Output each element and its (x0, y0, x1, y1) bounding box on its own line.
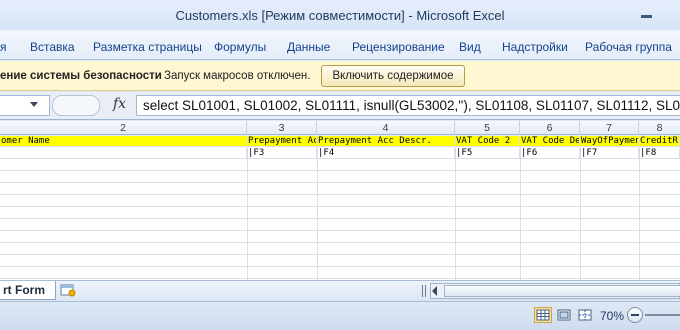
page-layout-icon (557, 309, 571, 321)
cell[interactable]: |F5 (455, 148, 520, 159)
tab-page-layout[interactable]: Разметка страницы (93, 40, 202, 54)
cell[interactable]: Prepayment Acc Descr. (317, 136, 455, 147)
security-warning-bar: ение системы безопасности Запуск макросо… (0, 61, 680, 91)
column-header[interactable]: 7 (580, 121, 639, 135)
page-layout-view-button[interactable] (555, 307, 573, 323)
title-bar: Customers.xls [Режим совместимости] - Mi… (0, 0, 680, 30)
cell[interactable]: |F8 (639, 148, 680, 159)
ribbon-tabs: я Вставка Разметка страницы Формулы Данн… (0, 30, 680, 60)
tab-view[interactable]: Вид (459, 40, 481, 54)
formula-bar: fx select SL01001, SL01002, SL01111, isn… (0, 92, 680, 120)
page-break-view-button[interactable] (576, 307, 594, 323)
macros-disabled-message: Запуск макросов отключен. (164, 70, 311, 82)
tab-workgroup[interactable]: Рабочая группа (585, 40, 672, 54)
table-row (0, 244, 680, 255)
tab-insert-partial[interactable]: я (0, 40, 7, 54)
zoom-slider[interactable] (645, 314, 680, 316)
formula-input[interactable]: select SL01001, SL01002, SL01111, isnull… (136, 95, 680, 116)
formula-bar-buttons (52, 95, 100, 116)
normal-view-button[interactable] (534, 307, 552, 323)
normal-view-icon (536, 309, 550, 321)
tab-split-handle[interactable] (422, 285, 426, 297)
sheet-tab-active[interactable]: rt Form (0, 281, 56, 300)
tab-data[interactable]: Данные (287, 40, 330, 54)
column-header[interactable]: 5 (455, 121, 520, 135)
cell[interactable]: |F7 (580, 148, 639, 159)
window-title: Customers.xls [Режим совместимости] - Mi… (175, 8, 505, 23)
cell[interactable]: |F6 (520, 148, 580, 159)
scroll-left-icon[interactable] (432, 286, 437, 296)
status-bar: 70% (0, 301, 680, 330)
column-header[interactable]: 8 (639, 121, 680, 135)
cell[interactable]: WayOfPayment (580, 136, 639, 147)
cell[interactable] (0, 148, 247, 159)
name-box-dropdown-icon[interactable] (30, 102, 38, 107)
table-row (0, 232, 680, 243)
table-row (0, 196, 680, 207)
page-break-icon (578, 309, 592, 321)
cell[interactable]: |F3 (247, 148, 317, 159)
column-header[interactable]: 4 (317, 121, 455, 135)
column-header[interactable]: 2 (0, 121, 247, 135)
table-row (0, 220, 680, 231)
tab-formulas[interactable]: Формулы (214, 40, 266, 54)
cell[interactable]: VAT Code 2 (455, 136, 520, 147)
cell[interactable]: Prepayment Acc (247, 136, 317, 147)
cell[interactable]: omer Name (0, 136, 247, 147)
zoom-out-icon[interactable] (627, 307, 643, 323)
column-headers: 2 3 4 5 6 7 8 (0, 121, 680, 135)
table-row (0, 184, 680, 195)
table-row (0, 208, 680, 219)
table-row: |F3 |F4 |F5 |F6 |F7 |F8 (0, 148, 680, 159)
cell[interactable]: VAT Code Des (520, 136, 580, 147)
tab-addins[interactable]: Надстройки (502, 40, 568, 54)
table-row (0, 160, 680, 171)
cell[interactable]: |F4 (317, 148, 455, 159)
tab-review[interactable]: Рецензирование (352, 40, 445, 54)
insert-sheet-icon[interactable] (60, 283, 76, 297)
worksheet-grid[interactable]: omer Name Prepayment Acc Prepayment Acc … (0, 136, 680, 280)
scrollbar-thumb[interactable] (444, 285, 680, 297)
table-row (0, 172, 680, 183)
name-box[interactable] (0, 95, 50, 116)
minimize-button[interactable] (636, 4, 658, 22)
table-row: omer Name Prepayment Acc Prepayment Acc … (0, 136, 680, 147)
column-header[interactable]: 6 (520, 121, 580, 135)
table-row (0, 256, 680, 267)
tab-insert[interactable]: Вставка (30, 40, 75, 54)
insert-function-icon[interactable]: fx (113, 96, 126, 112)
sheet-tab-bar: rt Form (0, 280, 680, 301)
column-header[interactable]: 3 (247, 121, 317, 135)
security-warning-title: ение системы безопасности (0, 70, 162, 82)
zoom-level[interactable]: 70% (600, 309, 624, 323)
enable-content-button[interactable]: Включить содержимое (321, 65, 465, 87)
cell[interactable]: CreditR (639, 136, 680, 147)
table-row (0, 268, 680, 279)
